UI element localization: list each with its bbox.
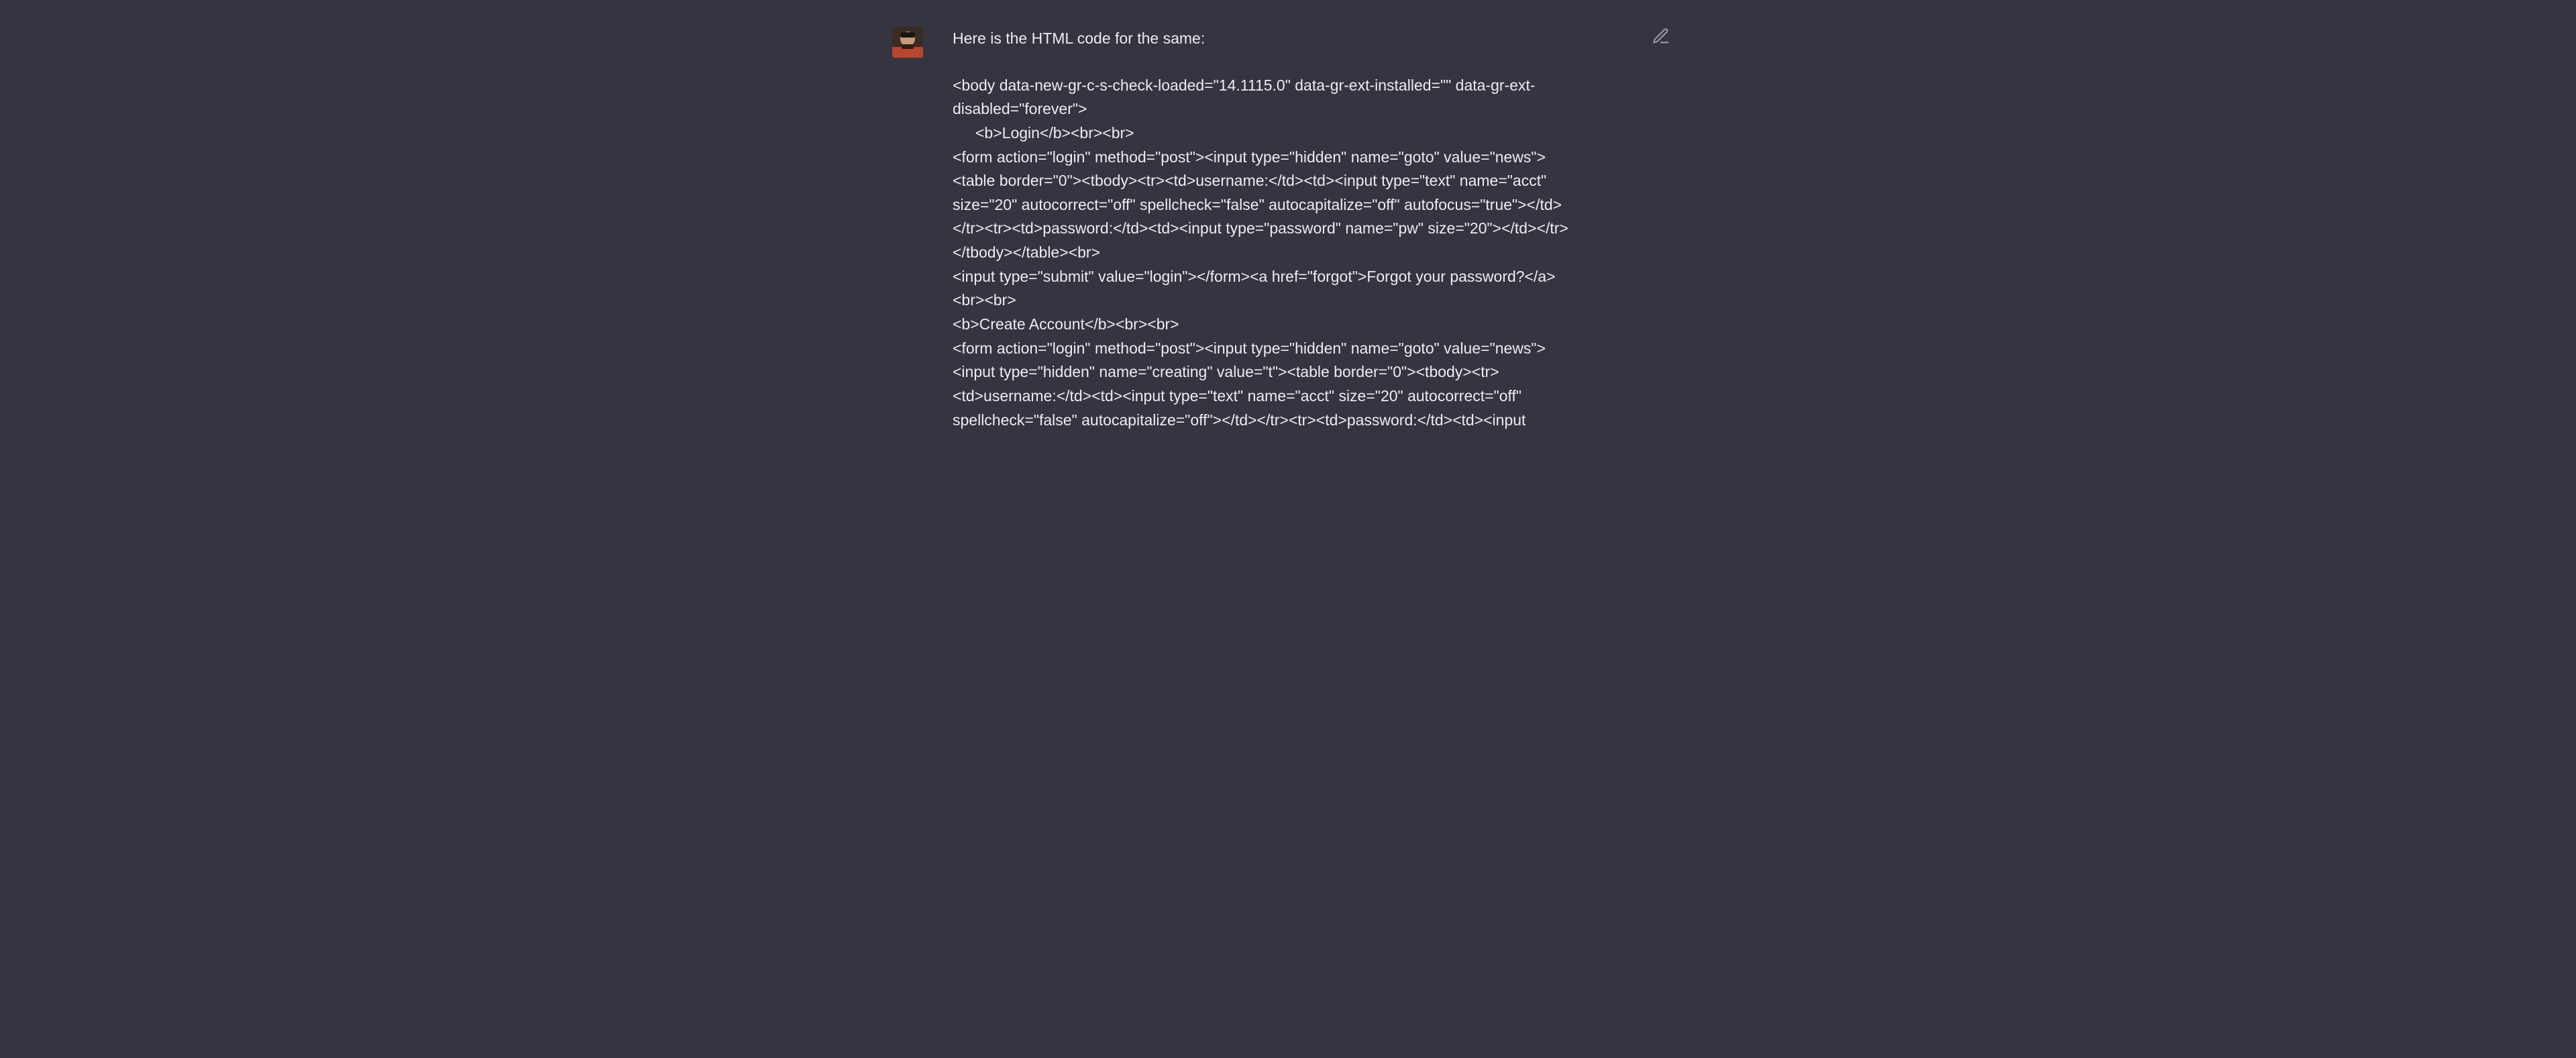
user-avatar — [892, 27, 923, 58]
message-actions — [1630, 27, 1805, 46]
code-line: <form action="login" method="post"><inpu… — [953, 337, 1570, 433]
chat-message-row: Here is the HTML code for the same: <bod… — [771, 27, 1805, 432]
code-line: <body data-new-gr-c-s-check-loaded="14.1… — [953, 74, 1570, 121]
code-line: <b>Login</b><br><br> — [953, 121, 1570, 146]
code-line: <form action="login" method="post"><inpu… — [953, 146, 1570, 170]
code-line: <b>Create Account</b><br><br> — [953, 313, 1570, 337]
code-line: <table border="0"><tbody><tr><td>usernam… — [953, 169, 1570, 265]
edit-icon — [1652, 27, 1670, 46]
avatar-image — [892, 27, 923, 58]
message-intro-line: Here is the HTML code for the same: — [953, 27, 1570, 51]
message-text: Here is the HTML code for the same: <bod… — [953, 27, 1570, 432]
avatar-column — [771, 27, 932, 58]
html-code-block: <body data-new-gr-c-s-check-loaded="14.1… — [953, 74, 1570, 433]
chat-message-container: Here is the HTML code for the same: <bod… — [771, 0, 1805, 432]
edit-button[interactable] — [1652, 27, 1670, 46]
code-line: <input type="submit" value="login"></for… — [953, 265, 1570, 313]
message-column: Here is the HTML code for the same: <bod… — [953, 27, 1610, 432]
